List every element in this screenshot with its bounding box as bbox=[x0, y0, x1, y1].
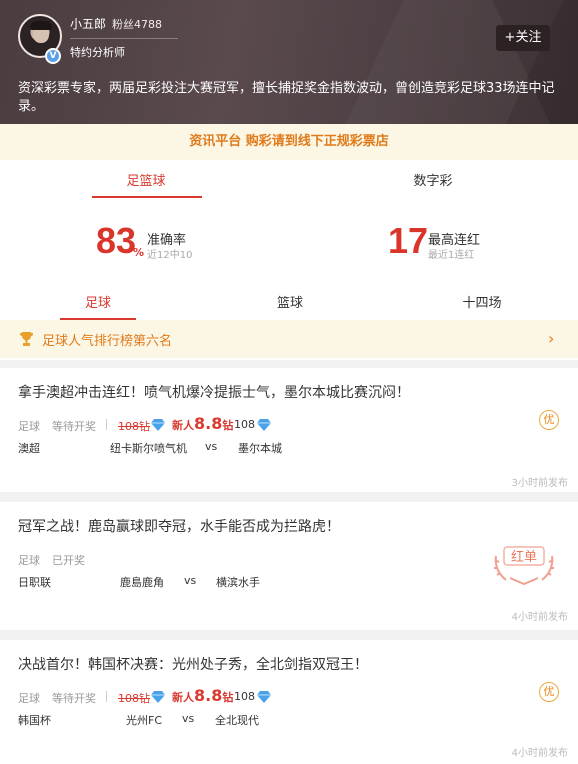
original-price: 108钻 bbox=[118, 420, 150, 433]
diamond-icon bbox=[151, 419, 165, 431]
newuser-price-value: 8.8 bbox=[194, 414, 223, 433]
notice-banner: 资讯平台 购彩请到线下正规彩票店 bbox=[0, 124, 578, 160]
match-league: 日职联 bbox=[18, 576, 51, 589]
article-card[interactable]: 拿手澳超冲击连红！喷气机爆冷提振士气，墨尔本城比赛沉闷！ 足球 等待开奖 108… bbox=[0, 368, 578, 492]
badge-text: 红单 bbox=[511, 549, 537, 565]
match-vs: vs bbox=[184, 574, 197, 587]
accuracy-value: 83 bbox=[96, 220, 137, 261]
tab-number-lottery[interactable]: 数字彩 bbox=[373, 170, 493, 189]
original-price: 108钻 bbox=[118, 692, 150, 705]
tab-indicator bbox=[92, 196, 202, 198]
rank-label: 足球人气排行榜第六名 bbox=[42, 334, 173, 349]
article-sport: 足球 bbox=[18, 420, 40, 433]
divider bbox=[106, 419, 107, 430]
publish-time: 3小时前发布 bbox=[511, 478, 568, 489]
newuser-label: 新人 bbox=[172, 691, 194, 704]
quality-badge: 优 bbox=[539, 410, 559, 430]
author-role: 特约分析师 bbox=[70, 46, 125, 59]
article-status: 已开奖 bbox=[52, 554, 85, 567]
publish-time: 4小时前发布 bbox=[511, 612, 568, 623]
article-title[interactable]: 决战首尔！韩国杯决赛：光州处子秀，全北剑指双冠王！ bbox=[18, 654, 368, 674]
match-home-team: 鹿島鹿角 bbox=[120, 576, 164, 589]
newuser-price-value: 8.8 bbox=[194, 686, 223, 705]
streak-sub: 最近1连红 bbox=[428, 250, 475, 261]
diamond-icon bbox=[151, 691, 165, 703]
accuracy-unit: % bbox=[133, 246, 145, 259]
accuracy-sub: 近12中10 bbox=[147, 250, 193, 261]
match-vs: vs bbox=[205, 440, 218, 453]
match-vs: vs bbox=[182, 712, 195, 725]
price: 108 bbox=[234, 690, 255, 703]
diamond-icon bbox=[257, 419, 271, 431]
article-card[interactable]: 决战首尔！韩国杯决赛：光州处子秀，全北剑指双冠王！ 足球 等待开奖 108钻 新… bbox=[0, 640, 578, 764]
match-home-team: 纽卡斯尔喷气机 bbox=[110, 442, 187, 455]
newuser-price: 新人8.8钻 bbox=[172, 686, 233, 705]
rank-banner[interactable]: 足球人气排行榜第六名 › bbox=[0, 320, 578, 358]
match-away-team: 墨尔本城 bbox=[238, 442, 282, 455]
article-title[interactable]: 冠军之战！鹿岛赢球即夺冠，水手能否成为拦路虎！ bbox=[18, 516, 340, 536]
publish-time: 4小时前发布 bbox=[511, 748, 568, 759]
username: 小五郎 bbox=[70, 17, 107, 31]
article-card[interactable]: 冠军之战！鹿岛赢球即夺冠，水手能否成为拦路虎！ 足球 已开奖 日职联 鹿島鹿角 … bbox=[0, 502, 578, 630]
red-win-stamp-icon: 红单 bbox=[494, 546, 554, 586]
avatar-hair bbox=[30, 21, 52, 30]
author-header: V 小五郎 粉丝4788 特约分析师 +关注 资深彩票专家，两届足彩投注大赛冠军… bbox=[0, 0, 578, 124]
article-title[interactable]: 拿手澳超冲击连红！喷气机爆冷提振士气，墨尔本城比赛沉闷！ bbox=[18, 382, 410, 402]
article-status: 等待开奖 bbox=[52, 420, 96, 433]
match-home-team: 光州FC bbox=[126, 714, 163, 727]
author-bio: 资深彩票专家，两届足彩投注大赛冠军，擅长捕捉奖金指数波动，曾创造竞彩足球33场连… bbox=[18, 81, 555, 114]
divider bbox=[106, 691, 107, 702]
newuser-price: 新人8.8钻 bbox=[172, 414, 233, 433]
match-league: 澳超 bbox=[18, 442, 40, 455]
quality-badge: 优 bbox=[539, 682, 559, 702]
trophy-icon bbox=[20, 332, 33, 346]
match-away-team: 横滨水手 bbox=[216, 576, 260, 589]
subtab-14-matches[interactable]: 十四场 bbox=[442, 292, 522, 311]
match-league: 韩国杯 bbox=[18, 714, 51, 727]
tab-football-basketball[interactable]: 足篮球 bbox=[86, 170, 206, 189]
verified-icon: V bbox=[45, 48, 61, 64]
fans-count: 粉丝4788 bbox=[112, 18, 162, 31]
subtab-football[interactable]: 足球 bbox=[58, 292, 138, 311]
follow-button[interactable]: +关注 bbox=[496, 25, 550, 51]
newuser-price-unit: 钻 bbox=[222, 419, 234, 432]
match-away-team: 全北现代 bbox=[215, 714, 259, 727]
article-status: 等待开奖 bbox=[52, 692, 96, 705]
chevron-right-icon: › bbox=[548, 329, 555, 348]
article-sport: 足球 bbox=[18, 692, 40, 705]
article-sport: 足球 bbox=[18, 554, 40, 567]
divider bbox=[70, 38, 178, 39]
subtab-basketball[interactable]: 篮球 bbox=[250, 292, 330, 311]
diamond-icon bbox=[257, 691, 271, 703]
streak-value: 17 bbox=[388, 220, 429, 261]
newuser-price-unit: 钻 bbox=[222, 691, 234, 704]
newuser-label: 新人 bbox=[172, 419, 194, 432]
price: 108 bbox=[234, 418, 255, 431]
